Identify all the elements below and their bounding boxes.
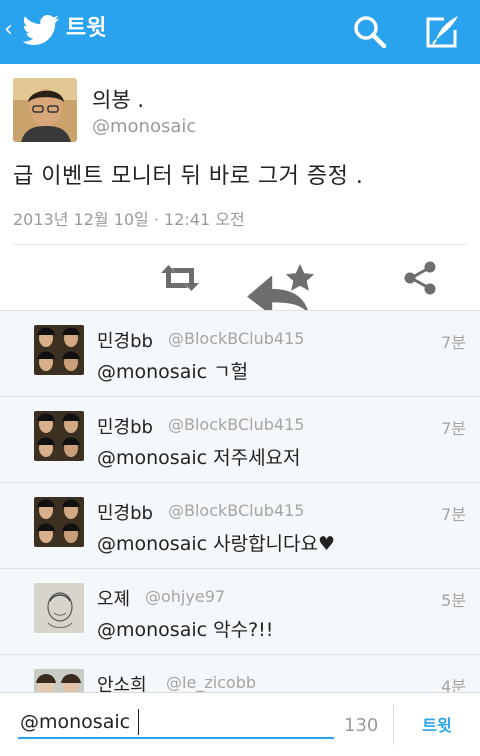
avatar[interactable] bbox=[34, 325, 84, 375]
search-icon[interactable] bbox=[350, 12, 390, 52]
list-item[interactable]: 오졔 @ohjye97 5분 @monosaic 악수?!! bbox=[0, 569, 480, 655]
compose-icon[interactable] bbox=[422, 12, 462, 52]
avatar[interactable] bbox=[34, 583, 84, 633]
list-item[interactable]: 민경bb @BlockBClub415 7분 @monosaic 저주세요저 bbox=[0, 397, 480, 483]
reply-author-name[interactable]: 오졔 bbox=[97, 585, 130, 611]
action-bar: ‹ 트윗 bbox=[0, 0, 480, 64]
tweet-button[interactable]: 트윗 bbox=[405, 707, 469, 741]
avatar[interactable] bbox=[34, 411, 84, 461]
tweet-input[interactable] bbox=[18, 707, 334, 739]
tweet-text: 급 이벤트 모니터 뒤 바로 그거 증정 . bbox=[13, 164, 364, 189]
reply-age: 7분 bbox=[441, 333, 466, 352]
list-item[interactable]: 민경bb @BlockBClub415 7분 @monosaic ㄱ헐 bbox=[0, 311, 480, 397]
character-counter: 130 bbox=[344, 715, 379, 736]
reply-author-handle[interactable]: @BlockBClub415 bbox=[168, 329, 304, 348]
tweet-timestamp: 2013년 12월 10일 · 12:41 오전 bbox=[13, 210, 245, 229]
reply-author-name[interactable]: 민경bb bbox=[97, 499, 153, 525]
reply-author-name[interactable]: 민경bb bbox=[97, 413, 153, 439]
divider bbox=[393, 705, 394, 745]
avatar[interactable] bbox=[34, 669, 84, 692]
avatar[interactable] bbox=[34, 497, 84, 547]
reply-text: @monosaic 사랑합니다요♥ bbox=[97, 533, 336, 555]
app-title: 트윗 bbox=[66, 16, 107, 41]
retweet-icon[interactable] bbox=[158, 256, 202, 300]
text-cursor bbox=[138, 709, 139, 735]
share-icon[interactable] bbox=[398, 256, 442, 300]
divider bbox=[13, 244, 467, 245]
reply-text: @monosaic 악수?!! bbox=[97, 619, 274, 641]
reply-age: 5분 bbox=[441, 591, 466, 610]
reply-author-name[interactable]: 민경bb bbox=[97, 327, 153, 353]
reply-composer: 130 트윗 bbox=[0, 692, 480, 756]
author-name[interactable]: 의봉 . bbox=[92, 84, 144, 114]
list-item[interactable]: 민경bb @BlockBClub415 7분 @monosaic 사랑합니다요♥ bbox=[0, 483, 480, 569]
reply-author-handle[interactable]: @le_zicobb bbox=[166, 673, 256, 692]
reply-text: @monosaic 저주세요저 bbox=[97, 447, 301, 469]
twitter-bird-icon[interactable] bbox=[22, 14, 60, 48]
reply-author-handle[interactable]: @ohjye97 bbox=[145, 587, 225, 606]
chevron-left-icon[interactable]: ‹ bbox=[4, 18, 13, 42]
reply-author-name[interactable]: 안소희 bbox=[97, 671, 147, 692]
reply-age: 7분 bbox=[441, 419, 466, 438]
main-tweet: 의봉 . @monosaic 급 이벤트 모니터 뒤 바로 그거 증정 . 20… bbox=[0, 64, 480, 342]
reply-list[interactable]: 민경bb @BlockBClub415 7분 @monosaic ㄱ헐 민경bb… bbox=[0, 310, 480, 692]
reply-text: @monosaic ㄱ헐 bbox=[97, 361, 249, 383]
reply-author-handle[interactable]: @BlockBClub415 bbox=[168, 501, 304, 520]
author-handle[interactable]: @monosaic bbox=[92, 116, 196, 137]
list-item[interactable]: 안소희 @le_zicobb 4분 bbox=[0, 655, 480, 692]
star-icon[interactable] bbox=[278, 256, 322, 300]
avatar[interactable] bbox=[13, 78, 77, 142]
reply-age: 7분 bbox=[441, 505, 466, 524]
reply-author-handle[interactable]: @BlockBClub415 bbox=[168, 415, 304, 434]
reply-age: 4분 bbox=[441, 677, 466, 692]
